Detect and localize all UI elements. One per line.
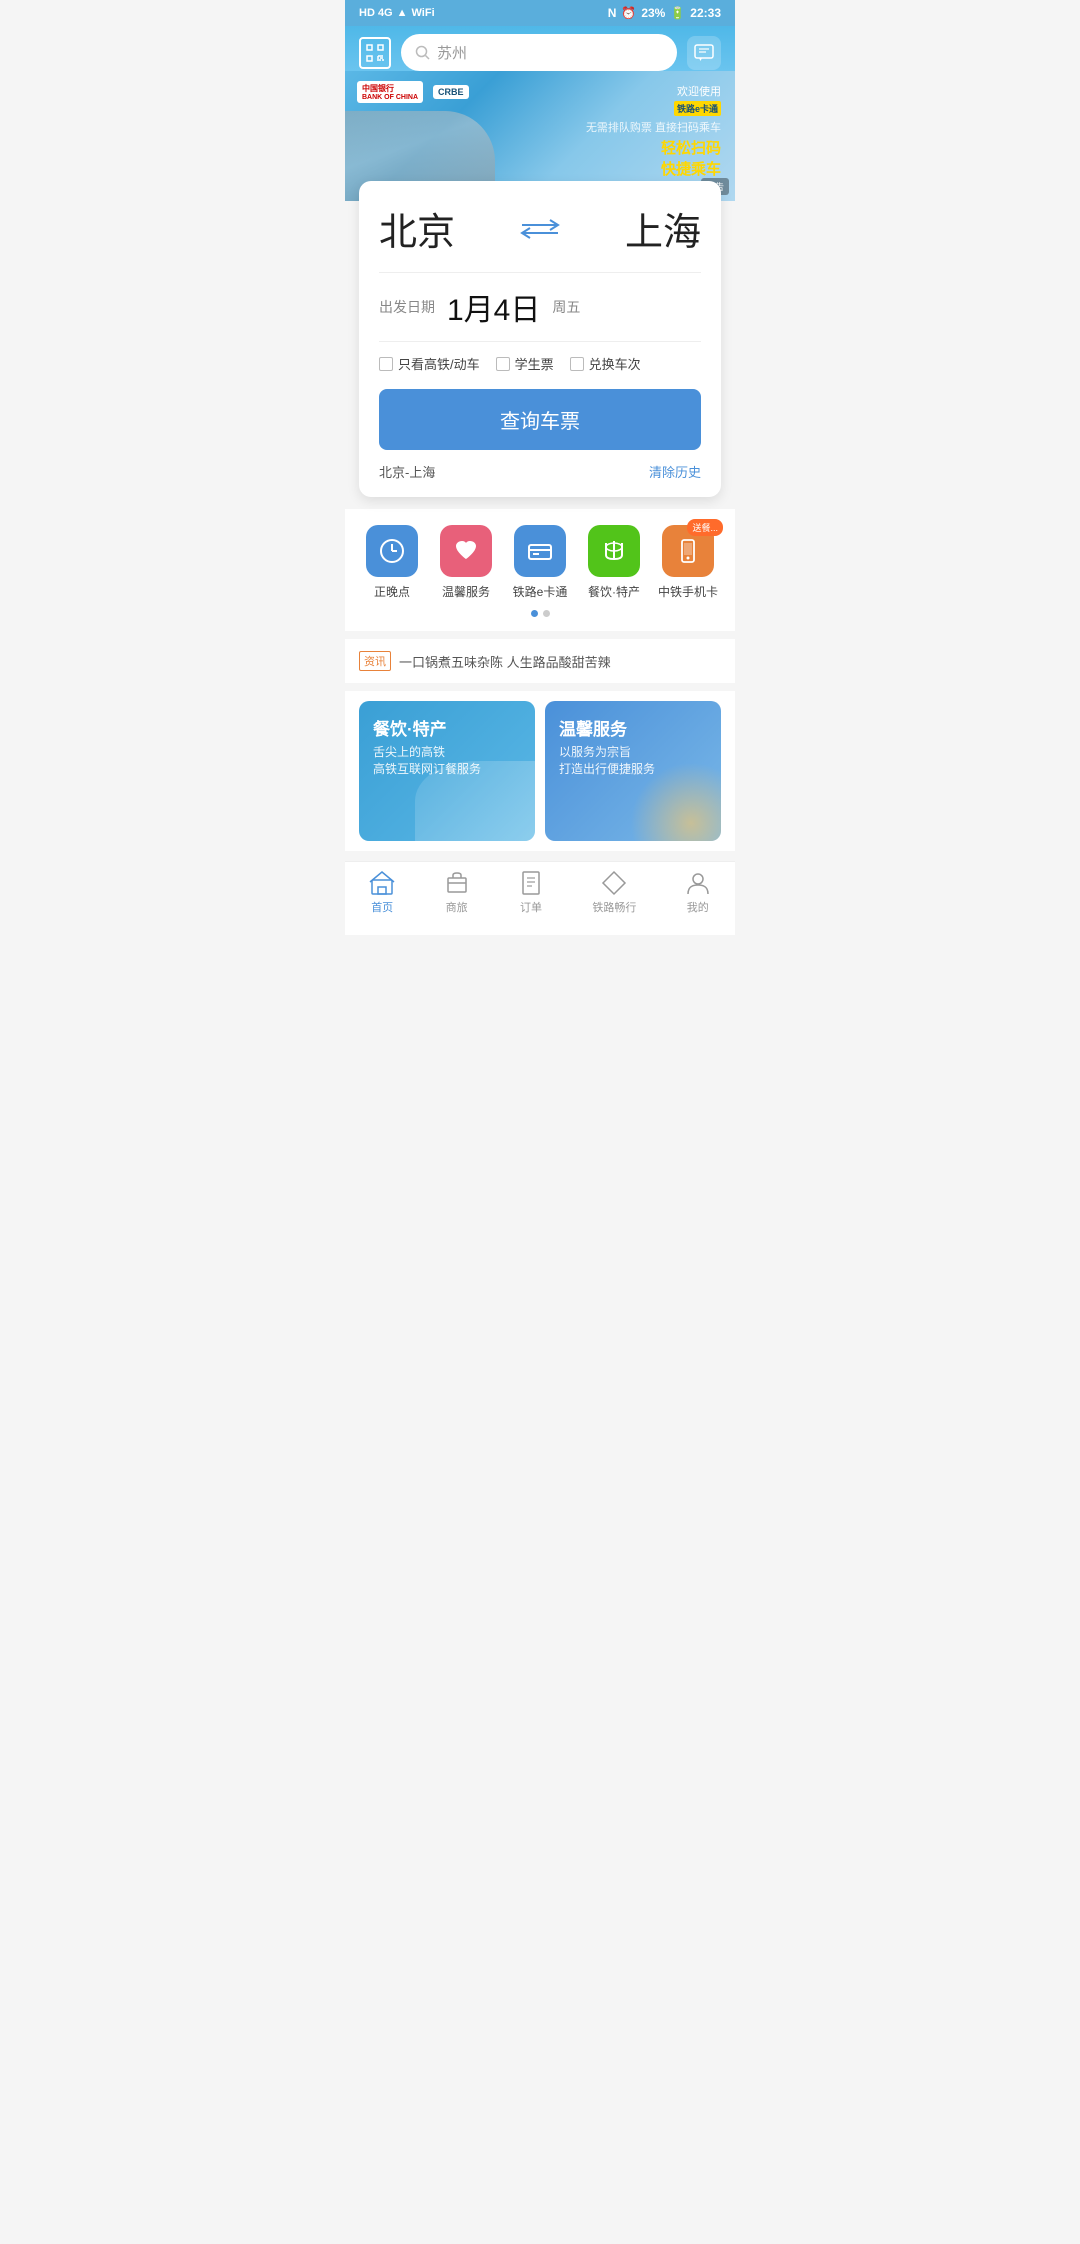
travel-icon xyxy=(601,870,627,896)
nav-orders-label: 订单 xyxy=(520,899,542,915)
zhongtie-label: 中铁手机卡 xyxy=(658,583,718,600)
ticket-search-card: 北京 上海 出发日期 1月4日 周五 只看高铁/动车 学生票 兑换车次 查询 xyxy=(359,181,721,497)
option-gaotie[interactable]: 只看高铁/动车 xyxy=(379,354,480,373)
quick-icons-section: 正晚点 温馨服务 铁路e卡通 xyxy=(345,509,735,631)
bank-of-china-logo: 中国银行 BANK OF CHINA xyxy=(357,81,423,103)
to-city[interactable]: 上海 xyxy=(625,201,701,256)
banner-right-text: 欢迎使用 铁路e卡通 无需排队购票 直接扫码乘车 轻松扫码 快捷乘车 xyxy=(586,83,721,179)
news-tag: 资讯 xyxy=(359,651,391,671)
date-row[interactable]: 出发日期 1月4日 周五 xyxy=(379,272,701,341)
delivery-badge: 送餐... xyxy=(687,519,723,536)
orders-icon xyxy=(518,870,544,896)
exchange-checkbox[interactable] xyxy=(570,357,584,371)
wenxin-icon-box xyxy=(440,525,492,577)
search-bar[interactable]: 苏州 xyxy=(401,34,677,71)
time-label: 22:33 xyxy=(690,6,721,20)
options-row: 只看高铁/动车 学生票 兑换车次 xyxy=(379,341,701,385)
icon-zhengwandian[interactable]: 正晚点 xyxy=(357,525,427,600)
battery-icon: 🔋 xyxy=(670,6,685,20)
banner-tagline1: 轻松扫码 xyxy=(586,137,721,158)
page-dots xyxy=(345,610,735,623)
food-card-title: 餐饮·特产 xyxy=(373,715,521,740)
nav-travel-label: 铁路畅行 xyxy=(592,899,636,915)
battery-label: 23% xyxy=(641,6,665,20)
canyin-label: 餐饮·特产 xyxy=(588,583,640,600)
date-label: 出发日期 xyxy=(379,297,435,317)
news-bar[interactable]: 资讯 一口锅煮五味杂陈 人生路品酸甜苦辣 xyxy=(345,639,735,683)
option-exchange[interactable]: 兑换车次 xyxy=(570,354,641,373)
nav-business[interactable]: 商旅 xyxy=(444,870,470,915)
nav-home-label: 首页 xyxy=(371,899,393,915)
exchange-label: 兑换车次 xyxy=(589,354,641,373)
history-row: 北京-上海 清除历史 xyxy=(379,462,701,481)
mine-icon xyxy=(685,870,711,896)
search-icon xyxy=(415,45,431,61)
gaotie-label: 只看高铁/动车 xyxy=(398,354,480,373)
zhengwandian-label: 正晚点 xyxy=(374,583,410,600)
from-city[interactable]: 北京 xyxy=(379,201,455,256)
status-right: N ⏰ 23% 🔋 22:33 xyxy=(608,6,721,20)
promo-card-food[interactable]: 餐饮·特产 舌尖上的高铁 高铁互联网订餐服务 xyxy=(359,701,535,841)
message-icon[interactable] xyxy=(687,36,721,70)
wenxin-label: 温馨服务 xyxy=(442,583,490,600)
nav-travel[interactable]: 铁路畅行 xyxy=(592,870,636,915)
date-weekday: 周五 xyxy=(552,297,580,317)
banner-welcome: 欢迎使用 xyxy=(586,83,721,99)
nav-mine[interactable]: 我的 xyxy=(685,870,711,915)
alarm-icon: ⏰ xyxy=(621,6,636,20)
wifi-icon: WiFi xyxy=(412,7,435,19)
service-card-title: 温馨服务 xyxy=(559,715,707,740)
date-main: 1月4日 xyxy=(447,285,540,329)
promo-cards-section: 餐饮·特产 舌尖上的高铁 高铁互联网订餐服务 温馨服务 以服务为宗旨 打造出行便… xyxy=(345,691,735,851)
nav-orders[interactable]: 订单 xyxy=(518,870,544,915)
status-bar: HD 4G ▲ WiFi N ⏰ 23% 🔋 22:33 xyxy=(345,0,735,26)
dot-1[interactable] xyxy=(531,610,538,617)
canyin-icon-box xyxy=(588,525,640,577)
student-checkbox[interactable] xyxy=(496,357,510,371)
icons-grid: 正晚点 温馨服务 铁路e卡通 xyxy=(345,525,735,600)
bottom-nav: 首页 商旅 订单 铁路畅行 我的 xyxy=(345,861,735,935)
icon-zhongtie[interactable]: 送餐... 中铁手机卡 xyxy=(653,525,723,600)
dot-2[interactable] xyxy=(543,610,550,617)
zhengwandian-icon-box xyxy=(366,525,418,577)
history-text: 北京-上海 xyxy=(379,462,435,481)
home-icon xyxy=(369,870,395,896)
banner-tagline2: 快捷乘车 xyxy=(586,158,721,179)
nfc-icon: N xyxy=(608,6,617,20)
crbe-logo: CRBE xyxy=(433,85,469,99)
status-left: HD 4G ▲ WiFi xyxy=(359,7,435,19)
icon-wenxin[interactable]: 温馨服务 xyxy=(431,525,501,600)
banner-brand: 铁路e卡通 xyxy=(674,101,721,116)
search-placeholder: 苏州 xyxy=(437,42,467,63)
nav-mine-label: 我的 xyxy=(687,899,709,915)
clear-history-button[interactable]: 清除历史 xyxy=(649,462,701,481)
hd-label: HD 4G xyxy=(359,7,393,19)
student-label: 学生票 xyxy=(515,354,554,373)
food-card-sub1: 舌尖上的高铁 xyxy=(373,744,521,761)
signal-icon: ▲ xyxy=(397,7,408,19)
business-icon xyxy=(444,870,470,896)
header: 苏州 xyxy=(345,26,735,71)
route-row: 北京 上海 xyxy=(379,201,701,256)
banner-logos: 中国银行 BANK OF CHINA CRBE xyxy=(357,81,469,103)
icon-tielueka[interactable]: 铁路e卡通 xyxy=(505,525,575,600)
icon-canyin[interactable]: 餐饮·特产 xyxy=(579,525,649,600)
news-text: 一口锅煮五味杂陈 人生路品酸甜苦辣 xyxy=(399,652,611,671)
search-tickets-button[interactable]: 查询车票 xyxy=(379,389,701,450)
nav-business-label: 商旅 xyxy=(446,899,468,915)
gaotie-checkbox[interactable] xyxy=(379,357,393,371)
tielueka-icon-box xyxy=(514,525,566,577)
scan-icon[interactable] xyxy=(359,37,391,69)
swap-button[interactable] xyxy=(518,215,562,243)
tielueka-label: 铁路e卡通 xyxy=(513,583,568,600)
option-student[interactable]: 学生票 xyxy=(496,354,554,373)
promo-card-service[interactable]: 温馨服务 以服务为宗旨 打造出行便捷服务 xyxy=(545,701,721,841)
nav-home[interactable]: 首页 xyxy=(369,870,395,915)
